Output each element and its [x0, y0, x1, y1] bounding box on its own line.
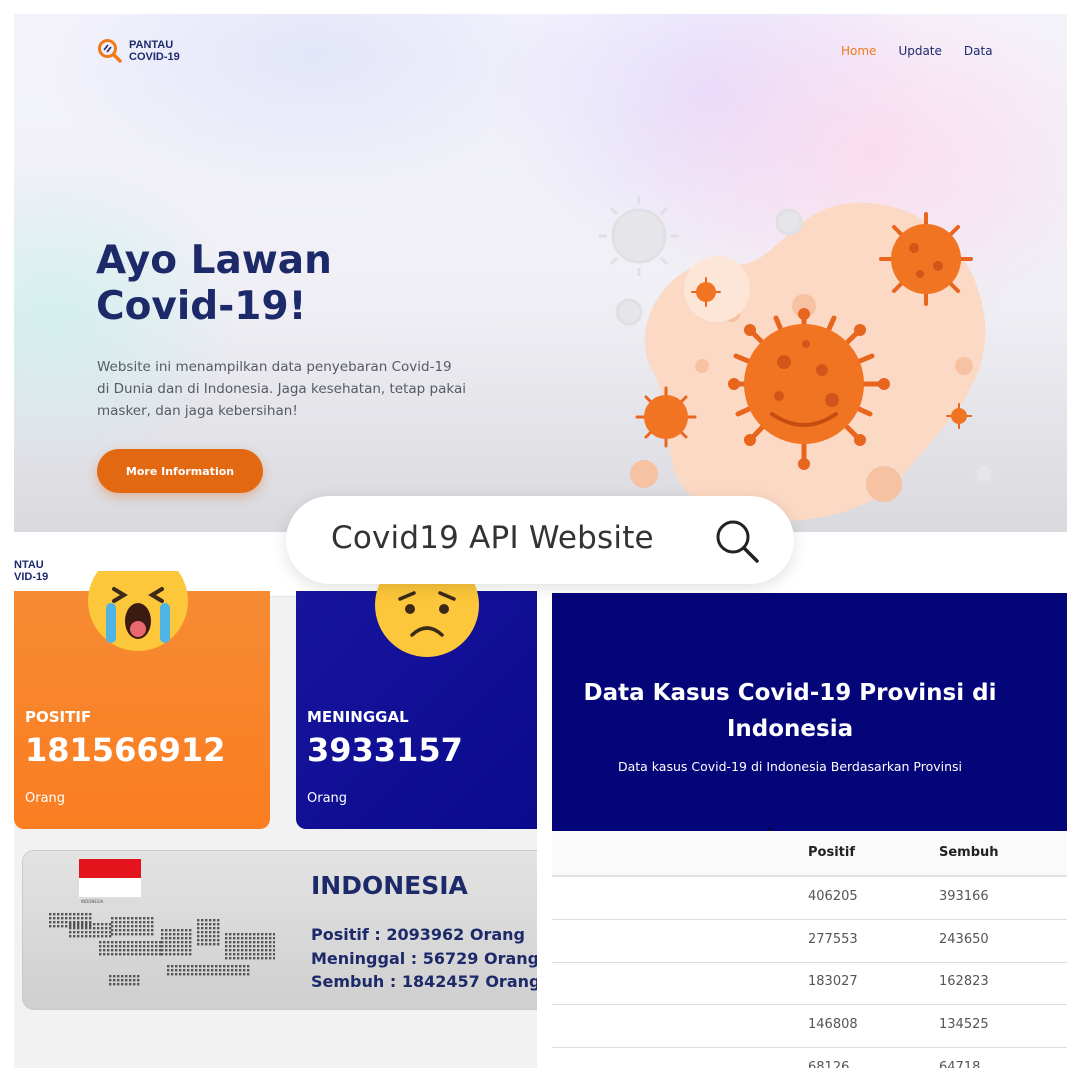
- nav-home[interactable]: Home: [841, 44, 876, 58]
- top-nav: Home Update Data: [841, 44, 993, 58]
- indonesia-card: INDONESIA INDONESIA Positif : 2093962 Or…: [22, 850, 537, 1010]
- flag-caption: INDONESIA: [81, 899, 104, 904]
- table-hero: Data Kasus Covid-19 Provinsi di Indonesi…: [552, 593, 1067, 846]
- pantau-covid-logo[interactable]: NTAU VID-19: [14, 559, 48, 583]
- indonesia-flag-icon: [79, 859, 141, 897]
- table-row: 277553 243650: [552, 920, 1067, 963]
- nav-update[interactable]: Update: [898, 44, 941, 58]
- nav-data[interactable]: Data: [964, 44, 993, 58]
- search-icon[interactable]: [714, 518, 760, 564]
- indonesia-title: INDONESIA: [311, 871, 468, 900]
- cell-positif: 183027: [808, 974, 858, 989]
- cell-positif: 277553: [808, 932, 858, 947]
- magnifier-logo-icon: [98, 39, 122, 63]
- table-header: Positif Sembuh: [552, 831, 1067, 877]
- logo-line1: PANTAU: [129, 39, 174, 51]
- positif-label: POSITIF: [25, 708, 92, 726]
- crying-face-icon: [88, 571, 188, 651]
- indonesia-map-icon: [49, 913, 275, 986]
- indonesia-meninggal: Meninggal : 56729 Orang: [311, 949, 537, 968]
- sad-face-icon: [375, 579, 479, 657]
- indonesia-sembuh: Sembuh : 1842457 Orang: [311, 972, 537, 991]
- table-subtitle: Data kasus Covid-19 di Indonesia Berdasa…: [617, 759, 963, 774]
- table-row: 406205 393166: [552, 877, 1067, 920]
- search-text: Covid19 API Website: [331, 520, 654, 556]
- stats-screenshot: NTAU VID-19 POSITIF 181566912 Orang MENI…: [14, 546, 537, 1068]
- province-table-screenshot: Data Kasus Covid-19 Provinsi di Indonesi…: [552, 546, 1067, 1068]
- cell-sembuh: 162823: [939, 974, 989, 989]
- logo-line2: VID-19: [14, 571, 49, 583]
- header-sembuh[interactable]: Sembuh: [939, 845, 999, 860]
- table-row: 68126 64718: [552, 1048, 1067, 1068]
- table-title: Data Kasus Covid-19 Provinsi di Indonesi…: [583, 680, 997, 742]
- hero-title: Ayo Lawan Covid-19!: [96, 238, 332, 329]
- table-row: 183027 162823: [552, 962, 1067, 1005]
- meninggal-value: 3933157: [307, 731, 463, 769]
- pantau-covid-logo[interactable]: PANTAU COVID-19: [97, 38, 180, 64]
- logo-line2: COVID-19: [129, 51, 180, 63]
- cell-sembuh: 243650: [939, 932, 989, 947]
- cell-sembuh: 134525: [939, 1017, 989, 1032]
- meninggal-card: MENINGGAL 3933157 Orang: [296, 579, 537, 829]
- more-information-button[interactable]: More Information: [97, 449, 263, 493]
- indonesia-positif: Positif : 2093962 Orang: [311, 925, 525, 944]
- meninggal-unit: Orang: [307, 791, 348, 806]
- cell-positif: 406205: [808, 889, 858, 904]
- table-row: 146808 134525: [552, 1005, 1067, 1048]
- meninggal-label: MENINGGAL: [307, 708, 409, 726]
- search-bar[interactable]: Covid19 API Website: [286, 496, 794, 584]
- logo-line1: NTAU: [14, 559, 44, 571]
- hero-screenshot: PANTAU COVID-19 Home Update Data Ayo Law…: [14, 14, 1067, 532]
- positif-card: POSITIF 181566912 Orang: [14, 571, 270, 829]
- hero-description: Website ini menampilkan data penyebaran …: [97, 359, 466, 419]
- cell-positif: 146808: [808, 1017, 858, 1032]
- cell-sembuh: 393166: [939, 889, 989, 904]
- positif-unit: Orang: [25, 791, 66, 806]
- logo-text: PANTAU COVID-19: [129, 39, 180, 63]
- positif-value: 181566912: [25, 731, 226, 769]
- cell-positif: 68126: [808, 1060, 850, 1068]
- cell-sembuh: 64718: [939, 1060, 981, 1068]
- header-positif[interactable]: Positif: [808, 845, 855, 860]
- virus-illustration: [599, 196, 995, 521]
